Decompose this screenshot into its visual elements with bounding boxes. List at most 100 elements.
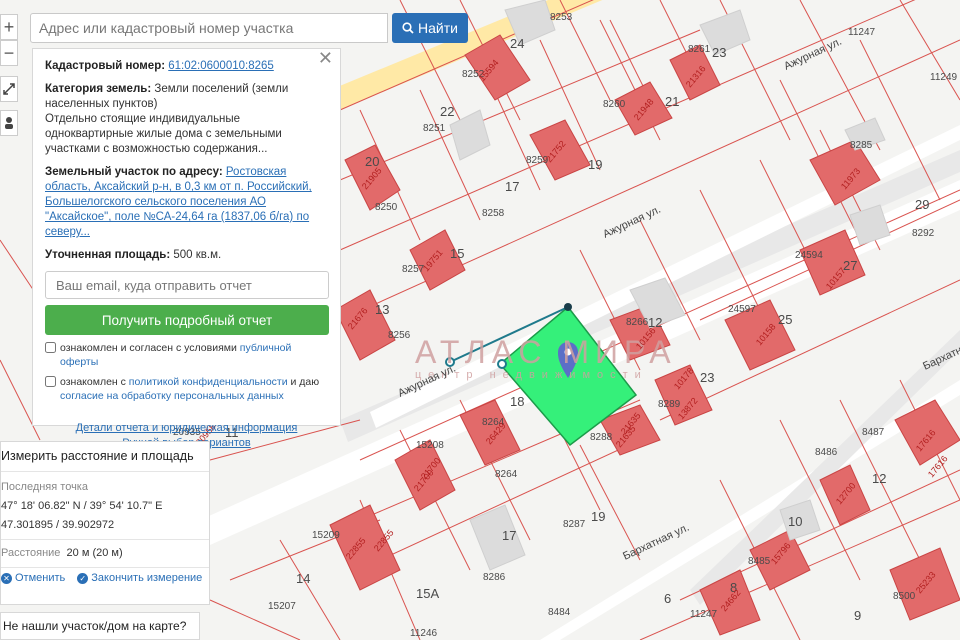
cadastral-number-label: Кадастровый номер: (45, 60, 166, 72)
fullscreen-button[interactable] (0, 76, 18, 102)
parcel-label: 8285 (850, 140, 873, 151)
cadastral-number-row: Кадастровый номер: 61:02:0600010:8265 (45, 59, 328, 74)
parcel-label: 25 (778, 312, 792, 327)
parcel-label: 8250 (375, 202, 398, 213)
parcel-label: 8287 (563, 519, 586, 530)
parcel-label: 15208 (416, 440, 444, 451)
parcel-label: 6 (664, 591, 671, 606)
parcel-label: 8253 (550, 12, 573, 23)
parcel-label: 14 (296, 571, 310, 586)
search-button[interactable]: Найти (392, 13, 468, 43)
parcel-label: 8258 (482, 208, 505, 219)
zoom-in-icon: + (3, 16, 15, 37)
parcel-label: 8292 (912, 228, 935, 239)
parcel-label: 19 (588, 157, 602, 172)
coords-decimal: 47.301895 / 39.902972 (1, 519, 115, 531)
parcel-label: 8251 (423, 123, 446, 134)
cancel-measure-label: Отменить (15, 572, 66, 584)
finish-measure-button[interactable]: ✓ Закончить измерение (77, 572, 202, 584)
street-view-button[interactable] (0, 110, 18, 136)
parcel-label: 11246 (410, 628, 438, 639)
offer-consent-text: ознакомлен и согласен с условиями публич… (60, 341, 328, 369)
cadastral-number-link[interactable]: 61:02:0600010:8265 (168, 60, 274, 72)
measure-title: Измерить расстояние и площадь (1, 449, 194, 463)
last-point-label: Последняя точка (1, 481, 88, 493)
land-category-label: Категория земель: (45, 83, 152, 95)
privacy-policy-link[interactable]: политикой конфиденциальности (129, 376, 288, 388)
parcel-info-panel: ✕ Кадастровый номер: 61:02:0600010:8265 … (32, 48, 341, 449)
address-label: Земельный участок по адресу: (45, 166, 223, 178)
parcel-label: 8256 (388, 330, 411, 341)
not-found-label: Не нашли участок/дом на карте? (3, 619, 187, 633)
parcel-label: 17 (505, 179, 519, 194)
parcel-label: 8484 (548, 607, 571, 618)
parcel-label: 15 (450, 246, 464, 261)
check-icon: ✓ (77, 572, 89, 584)
parcel-label: 19 (591, 509, 605, 524)
privacy-consent-checkbox[interactable] (45, 376, 56, 387)
parcel-label: 24597 (728, 304, 756, 315)
finish-measure-label: Закончить измерение (91, 572, 203, 584)
parcel-label: 8286 (483, 572, 506, 583)
person-icon (5, 117, 13, 129)
parcel-label: 8485 (748, 556, 771, 567)
parcel-label: 23 (712, 45, 726, 60)
zoom-out-icon: − (3, 42, 15, 63)
parcel-label: 21 (665, 94, 679, 109)
parcel-label: 29 (915, 197, 929, 212)
zoom-out-button[interactable]: − (0, 40, 18, 66)
parcel-label: 17 (502, 528, 516, 543)
privacy-consent-row: ознакомлен с политикой конфиденциальност… (45, 375, 328, 403)
parcel-label: 9 (854, 608, 861, 623)
parcel-label: 8486 (815, 447, 838, 458)
privacy-consent-mid: и даю (287, 376, 320, 388)
parcel-label: 22 (440, 104, 454, 119)
get-report-button[interactable]: Получить подробный отчет (45, 305, 329, 335)
parcel-label: 10 (788, 514, 802, 529)
parcel-label: 8264 (495, 469, 518, 480)
search-input[interactable] (30, 13, 388, 43)
area-row: Уточненная площадь: 500 кв.м. (45, 248, 328, 263)
report-details-link[interactable]: Детали отчета и юридическая информация (76, 422, 298, 434)
parcel-label: 8289 (658, 399, 681, 410)
search-button-label: Найти (418, 20, 458, 36)
measure-panel: Измерить расстояние и площадь Последняя … (0, 441, 210, 605)
land-category-row: Категория земель: Земли поселений (земли… (45, 82, 328, 157)
privacy-consent-text: ознакомлен с политикой конфиденциальност… (60, 375, 328, 403)
parcel-label: 8261 (688, 44, 711, 55)
distance-label: Расстояние (1, 547, 61, 559)
expand-icon (3, 83, 15, 95)
distance-value: 20 м (20 м) (66, 547, 123, 559)
address-row: Земельный участок по адресу: Ростовская … (45, 165, 328, 240)
offer-consent-row: ознакомлен и согласен с условиями публич… (45, 341, 328, 369)
measure-actions: ✕ Отменить ✓ Закончить измерение (1, 572, 209, 584)
email-field[interactable] (45, 271, 329, 299)
parcel-label: 15207 (268, 601, 296, 612)
parcel-label: 8266 (626, 317, 649, 328)
personal-data-link[interactable]: согласие на обработку персональных данны… (60, 390, 284, 402)
offer-consent-label: ознакомлен и согласен с условиями (60, 342, 240, 354)
land-usage-text: Отдельно стоящие индивидуальные одноквар… (45, 113, 282, 155)
parcel-label: 15209 (312, 530, 340, 541)
parcel-label: 8260 (603, 99, 626, 110)
parcel-label: 20 (365, 154, 379, 169)
area-label: Уточненная площадь: (45, 249, 171, 261)
parcel-label: 8288 (590, 432, 613, 443)
parcel-label: 11247 (848, 27, 876, 38)
search-icon (402, 22, 414, 34)
get-report-label: Получить подробный отчет (101, 312, 273, 328)
search-bar: Найти (30, 13, 468, 43)
parcel-label: 18 (510, 394, 524, 409)
close-icon[interactable]: ✕ (318, 49, 333, 67)
coords-dms: 47° 18' 06.82" N / 39° 54' 10.7" E (1, 500, 163, 512)
offer-consent-checkbox[interactable] (45, 342, 56, 353)
parcel-label: 24594 (795, 250, 823, 261)
parcel-label: 15A (416, 586, 439, 601)
cancel-measure-button[interactable]: ✕ Отменить (1, 572, 65, 584)
parcel-label: 8500 (893, 591, 916, 602)
parcel-label: 12 (872, 471, 886, 486)
area-value: 500 кв.м. (173, 249, 222, 261)
parcel-label: 8487 (862, 427, 885, 438)
not-found-button[interactable]: Не нашли участок/дом на карте? (0, 612, 200, 640)
zoom-in-button[interactable]: + (0, 14, 18, 40)
